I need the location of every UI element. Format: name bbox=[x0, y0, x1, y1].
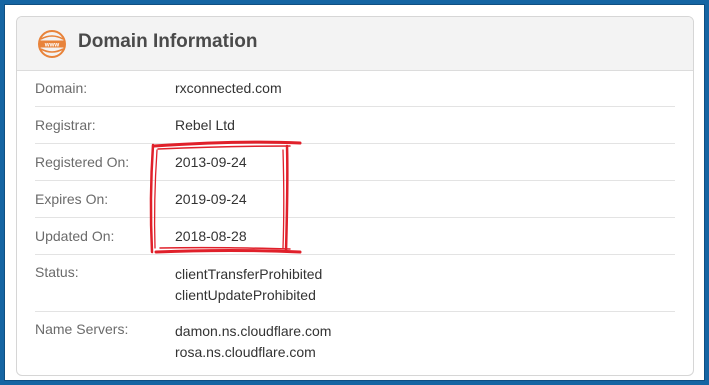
info-table: Domain: rxconnected.com Registrar: Rebel… bbox=[35, 70, 675, 369]
www-icon-text: www bbox=[44, 41, 60, 48]
registrar-label: Registrar: bbox=[35, 117, 96, 133]
www-globe-icon: www bbox=[38, 30, 66, 58]
expires-on-value: 2019-09-24 bbox=[175, 189, 247, 210]
name-servers-values: damon.ns.cloudflare.com rosa.ns.cloudfla… bbox=[175, 321, 331, 363]
row-registrar: Registrar: Rebel Ltd bbox=[35, 107, 675, 144]
updated-on-label: Updated On: bbox=[35, 228, 115, 244]
domain-info-panel: www Domain Information Domain: rxconnect… bbox=[16, 16, 694, 376]
row-domain: Domain: rxconnected.com bbox=[35, 70, 675, 107]
registrar-value-text: Rebel Ltd bbox=[175, 116, 235, 133]
expires-on-value-text: 2019-09-24 bbox=[175, 190, 247, 207]
registered-on-value: 2013-09-24 bbox=[175, 152, 247, 173]
registered-on-value-text: 2013-09-24 bbox=[175, 153, 247, 170]
status-value-1: clientTransferProhibited bbox=[175, 266, 323, 282]
registered-on-label: Registered On: bbox=[35, 154, 130, 170]
name-server-1: damon.ns.cloudflare.com bbox=[175, 323, 332, 339]
row-status: Status: clientTransferProhibited clientU… bbox=[35, 255, 675, 312]
row-updated-on: Updated On: 2018-08-28 bbox=[35, 218, 675, 255]
expires-on-label: Expires On: bbox=[35, 191, 109, 207]
domain-label: Domain: bbox=[35, 80, 88, 96]
updated-on-value-text: 2018-08-28 bbox=[175, 227, 247, 244]
domain-value-text: rxconnected.com bbox=[175, 79, 282, 96]
row-registered-on: Registered On: 2013-09-24 bbox=[35, 144, 675, 181]
updated-on-value: 2018-08-28 bbox=[175, 226, 247, 247]
registrar-value: Rebel Ltd bbox=[175, 115, 235, 136]
row-expires-on: Expires On: 2019-09-24 bbox=[35, 181, 675, 218]
panel-header: www Domain Information bbox=[17, 17, 693, 71]
panel-title: Domain Information bbox=[78, 31, 258, 52]
status-label: Status: bbox=[35, 264, 79, 280]
domain-value: rxconnected.com bbox=[175, 78, 282, 99]
name-server-2: rosa.ns.cloudflare.com bbox=[175, 344, 316, 360]
name-servers-label: Name Servers: bbox=[35, 321, 129, 337]
row-name-servers: Name Servers: damon.ns.cloudflare.com ro… bbox=[35, 312, 675, 369]
status-values: clientTransferProhibited clientUpdatePro… bbox=[175, 264, 322, 306]
status-value-2: clientUpdateProhibited bbox=[175, 287, 316, 303]
